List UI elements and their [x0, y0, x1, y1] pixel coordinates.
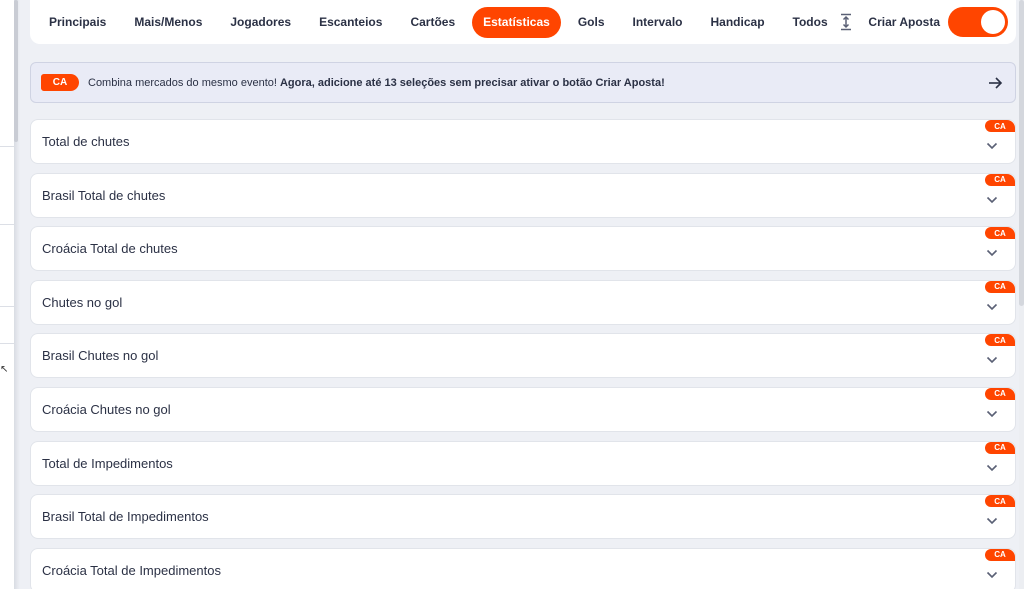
ca-badge: CA: [985, 280, 1015, 293]
banner-text: Combina mercados do mesmo evento! Agora,…: [88, 76, 665, 89]
ca-badge: CA: [985, 387, 1015, 400]
market-title: Brasil Chutes no gol: [42, 348, 159, 364]
ca-badge: CA: [985, 120, 1015, 132]
toggle-knob: [981, 9, 1005, 34]
market-tabs: Principais Mais/Menos Jogadores Escantei…: [30, 0, 1016, 44]
tab-intervalo[interactable]: Intervalo: [622, 7, 694, 38]
left-scrollbar-thumb[interactable]: [14, 0, 18, 142]
tab-principais[interactable]: Principais: [38, 7, 117, 38]
tab-mais-menos[interactable]: Mais/Menos: [123, 7, 213, 38]
create-bet-label: Criar Aposta: [868, 14, 940, 29]
ca-badge: CA: [985, 441, 1015, 454]
market-title: Total de chutes: [42, 134, 130, 149]
market-list: Total de chutes CA Brasil Total de chutes C…: [30, 119, 1016, 589]
ca-badge: CA: [985, 548, 1015, 561]
market-title: Brasil Total de chutes: [42, 187, 166, 203]
tab-gols[interactable]: Gols: [567, 7, 616, 38]
right-scrollbar-thumb[interactable]: [1019, 0, 1024, 306]
market-row[interactable]: Chutes no gol CA: [30, 279, 1016, 325]
tab-todos[interactable]: Todos: [782, 7, 839, 38]
bet-builder-icon: [840, 13, 852, 31]
market-row[interactable]: Total de Impedimentos CA: [30, 440, 1016, 486]
market-row[interactable]: Brasil Total de chutes CA: [30, 172, 1016, 218]
market-row[interactable]: Brasil Chutes no gol CA: [30, 333, 1016, 379]
banner-ca-badge: CA: [41, 74, 79, 91]
market-title: Brasil Total de Impedimentos: [42, 509, 209, 525]
market-title: Croácia Total de chutes: [42, 241, 178, 257]
market-row[interactable]: Croácia Total de Impedimentos CA: [30, 547, 1016, 589]
ca-badge: CA: [985, 495, 1015, 508]
chevron-down-icon[interactable]: [986, 298, 998, 310]
arrow-right-icon[interactable]: [987, 74, 1003, 92]
cursor-mark: ↖: [0, 364, 9, 375]
ca-badge: CA: [985, 173, 1015, 186]
chevron-down-icon[interactable]: [986, 459, 998, 471]
tab-handicap[interactable]: Handicap: [700, 7, 776, 38]
create-bet-toggle[interactable]: [948, 6, 1008, 37]
market-row[interactable]: Croácia Total de chutes CA: [30, 226, 1016, 272]
ca-badge: CA: [985, 334, 1015, 347]
chevron-down-icon[interactable]: [986, 405, 998, 418]
market-row[interactable]: Croácia Chutes no gol CA: [30, 386, 1016, 432]
chevron-down-icon[interactable]: [986, 191, 998, 203]
market-title: Chutes no gol: [42, 294, 123, 310]
chevron-down-icon[interactable]: [986, 566, 998, 578]
market-row[interactable]: Brasil Total de Impedimentos CA: [30, 494, 1016, 540]
market-title: Croácia Chutes no gol: [42, 401, 171, 417]
chevron-down-icon[interactable]: [986, 512, 998, 525]
market-title: Croácia Total de Impedimentos: [42, 562, 221, 578]
tab-jogadores[interactable]: Jogadores: [219, 7, 302, 38]
info-banner[interactable]: CA Combina mercados do mesmo evento! Ago…: [30, 62, 1016, 103]
left-sidebar-edge: ↖: [0, 0, 14, 589]
market-title: Total de Impedimentos: [42, 455, 173, 471]
chevron-down-icon[interactable]: [986, 137, 998, 150]
market-row[interactable]: Total de chutes CA: [30, 119, 1016, 164]
create-bet-control: Criar Aposta: [840, 6, 1008, 37]
chevron-down-icon[interactable]: [986, 244, 998, 257]
tab-escanteios[interactable]: Escanteios: [308, 7, 393, 38]
tab-cartoes[interactable]: Cartões: [399, 7, 466, 38]
ca-badge: CA: [985, 227, 1015, 240]
right-scrollbar[interactable]: [1019, 0, 1024, 589]
tab-estatisticas[interactable]: Estatísticas: [472, 6, 561, 38]
chevron-down-icon[interactable]: [986, 351, 998, 364]
